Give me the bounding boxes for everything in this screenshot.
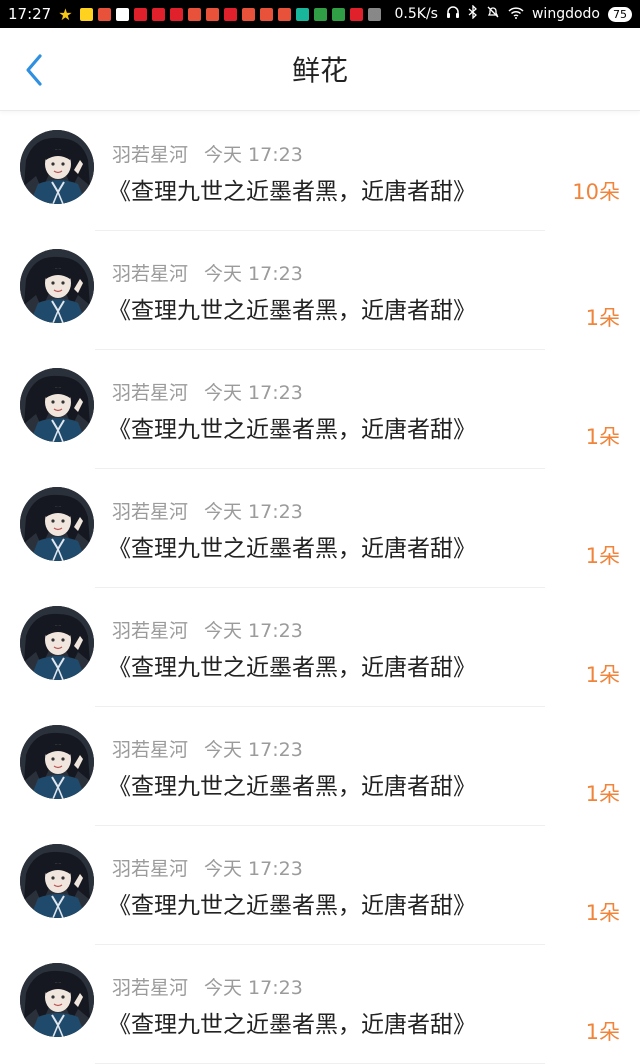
more-icon — [367, 7, 381, 21]
list-item[interactable]: 羽若星河 今天 17:23 《查理九世之近墨者黑，近唐者甜》 1朵 — [0, 826, 640, 945]
timestamp: 今天 17:23 — [204, 382, 303, 404]
battery-icon: 75 — [608, 6, 632, 22]
notification-icons — [79, 7, 381, 21]
item-meta: 羽若星河 今天 17:23 — [112, 140, 303, 167]
page-title: 鲜花 — [291, 54, 348, 87]
list-item[interactable]: 羽若星河 今天 17:23 《查理九世之近墨者黑，近唐者甜》 1朵 — [0, 707, 640, 826]
app-notification-icon — [241, 7, 255, 21]
net-speed: 0.5K/s — [394, 6, 438, 22]
timestamp: 今天 17:23 — [204, 858, 303, 880]
star-icon: ★ — [58, 4, 73, 24]
username[interactable]: 羽若星河 — [112, 858, 188, 880]
timestamp: 今天 17:23 — [204, 144, 303, 166]
app-notification-icon — [169, 7, 183, 21]
timestamp: 今天 17:23 — [204, 620, 303, 642]
user-avatar[interactable] — [20, 963, 94, 1037]
list-item[interactable]: 羽若星河 今天 17:23 《查理九世之近墨者黑，近唐者甜》 10朵 — [0, 112, 640, 231]
app-notification-icon — [97, 7, 111, 21]
user-avatar[interactable] — [20, 130, 94, 204]
book-title[interactable]: 《查理九世之近墨者黑，近唐者甜》 — [108, 1005, 476, 1039]
user-avatar[interactable] — [20, 606, 94, 680]
flower-list: 羽若星河 今天 17:23 《查理九世之近墨者黑，近唐者甜》 10朵 羽若星河 今天… — [0, 112, 640, 1064]
username[interactable]: 羽若星河 — [112, 501, 188, 523]
user-avatar[interactable] — [20, 487, 94, 561]
user-avatar[interactable] — [20, 844, 94, 918]
user-avatar[interactable] — [20, 368, 94, 442]
username[interactable]: 羽若星河 — [112, 144, 188, 166]
book-title[interactable]: 《查理九世之近墨者黑，近唐者甜》 — [108, 886, 476, 920]
item-meta: 羽若星河 今天 17:23 — [112, 259, 303, 286]
mute-icon — [486, 5, 500, 23]
list-item[interactable]: 羽若星河 今天 17:23 《查理九世之近墨者黑，近唐者甜》 1朵 — [0, 945, 640, 1064]
app-notification-icon — [79, 7, 93, 21]
app-notification-icon — [151, 7, 165, 21]
app-notification-icon — [349, 7, 363, 21]
app-notification-icon — [115, 7, 129, 21]
username[interactable]: 羽若星河 — [112, 382, 188, 404]
username[interactable]: 羽若星河 — [112, 263, 188, 285]
headphones-icon — [446, 5, 460, 23]
item-meta: 羽若星河 今天 17:23 — [112, 973, 303, 1000]
item-meta: 羽若星河 今天 17:23 — [112, 497, 303, 524]
wifi-name: wingdodo — [531, 6, 600, 22]
user-avatar[interactable] — [20, 725, 94, 799]
timestamp: 今天 17:23 — [204, 977, 303, 999]
nav-bar: 鲜花 — [0, 28, 640, 111]
list-item[interactable]: 羽若星河 今天 17:23 《查理九世之近墨者黑，近唐者甜》 1朵 — [0, 588, 640, 707]
item-meta: 羽若星河 今天 17:23 — [112, 378, 303, 405]
status-time: 17:27 — [8, 5, 52, 23]
timestamp: 今天 17:23 — [204, 739, 303, 761]
app-notification-icon — [223, 7, 237, 21]
username[interactable]: 羽若星河 — [112, 739, 188, 761]
user-avatar[interactable] — [20, 249, 94, 323]
list-item[interactable]: 羽若星河 今天 17:23 《查理九世之近墨者黑，近唐者甜》 1朵 — [0, 469, 640, 588]
bluetooth-icon — [468, 4, 478, 23]
flower-count: 1朵 — [585, 425, 620, 449]
username[interactable]: 羽若星河 — [112, 620, 188, 642]
timestamp: 今天 17:23 — [204, 501, 303, 523]
flower-count: 1朵 — [585, 544, 620, 568]
list-item[interactable]: 羽若星河 今天 17:23 《查理九世之近墨者黑，近唐者甜》 1朵 — [0, 231, 640, 350]
app-notification-icon — [205, 7, 219, 21]
app-notification-icon — [277, 7, 291, 21]
username[interactable]: 羽若星河 — [112, 977, 188, 999]
book-title[interactable]: 《查理九世之近墨者黑，近唐者甜》 — [108, 529, 476, 563]
status-bar: 17:27 ★ 0.5K/s wingdodo 75 — [0, 0, 640, 28]
item-meta: 羽若星河 今天 17:23 — [112, 616, 303, 643]
item-meta: 羽若星河 今天 17:23 — [112, 735, 303, 762]
book-title[interactable]: 《查理九世之近墨者黑，近唐者甜》 — [108, 767, 476, 801]
flower-count: 1朵 — [585, 306, 620, 330]
flower-count: 1朵 — [585, 1020, 620, 1044]
book-title[interactable]: 《查理九世之近墨者黑，近唐者甜》 — [108, 172, 476, 206]
book-title[interactable]: 《查理九世之近墨者黑，近唐者甜》 — [108, 291, 476, 325]
list-item[interactable]: 羽若星河 今天 17:23 《查理九世之近墨者黑，近唐者甜》 1朵 — [0, 350, 640, 469]
flower-count: 1朵 — [585, 901, 620, 925]
wifi-icon — [508, 6, 524, 23]
flower-count: 10朵 — [572, 180, 620, 204]
timestamp: 今天 17:23 — [204, 263, 303, 285]
app-notification-icon — [259, 7, 273, 21]
app-notification-icon — [133, 7, 147, 21]
app-notification-icon — [295, 7, 309, 21]
app-notification-icon — [331, 7, 345, 21]
flower-count: 1朵 — [585, 663, 620, 687]
app-notification-icon — [313, 7, 327, 21]
flower-count: 1朵 — [585, 782, 620, 806]
app-notification-icon — [187, 7, 201, 21]
item-meta: 羽若星河 今天 17:23 — [112, 854, 303, 881]
book-title[interactable]: 《查理九世之近墨者黑，近唐者甜》 — [108, 410, 476, 444]
book-title[interactable]: 《查理九世之近墨者黑，近唐者甜》 — [108, 648, 476, 682]
